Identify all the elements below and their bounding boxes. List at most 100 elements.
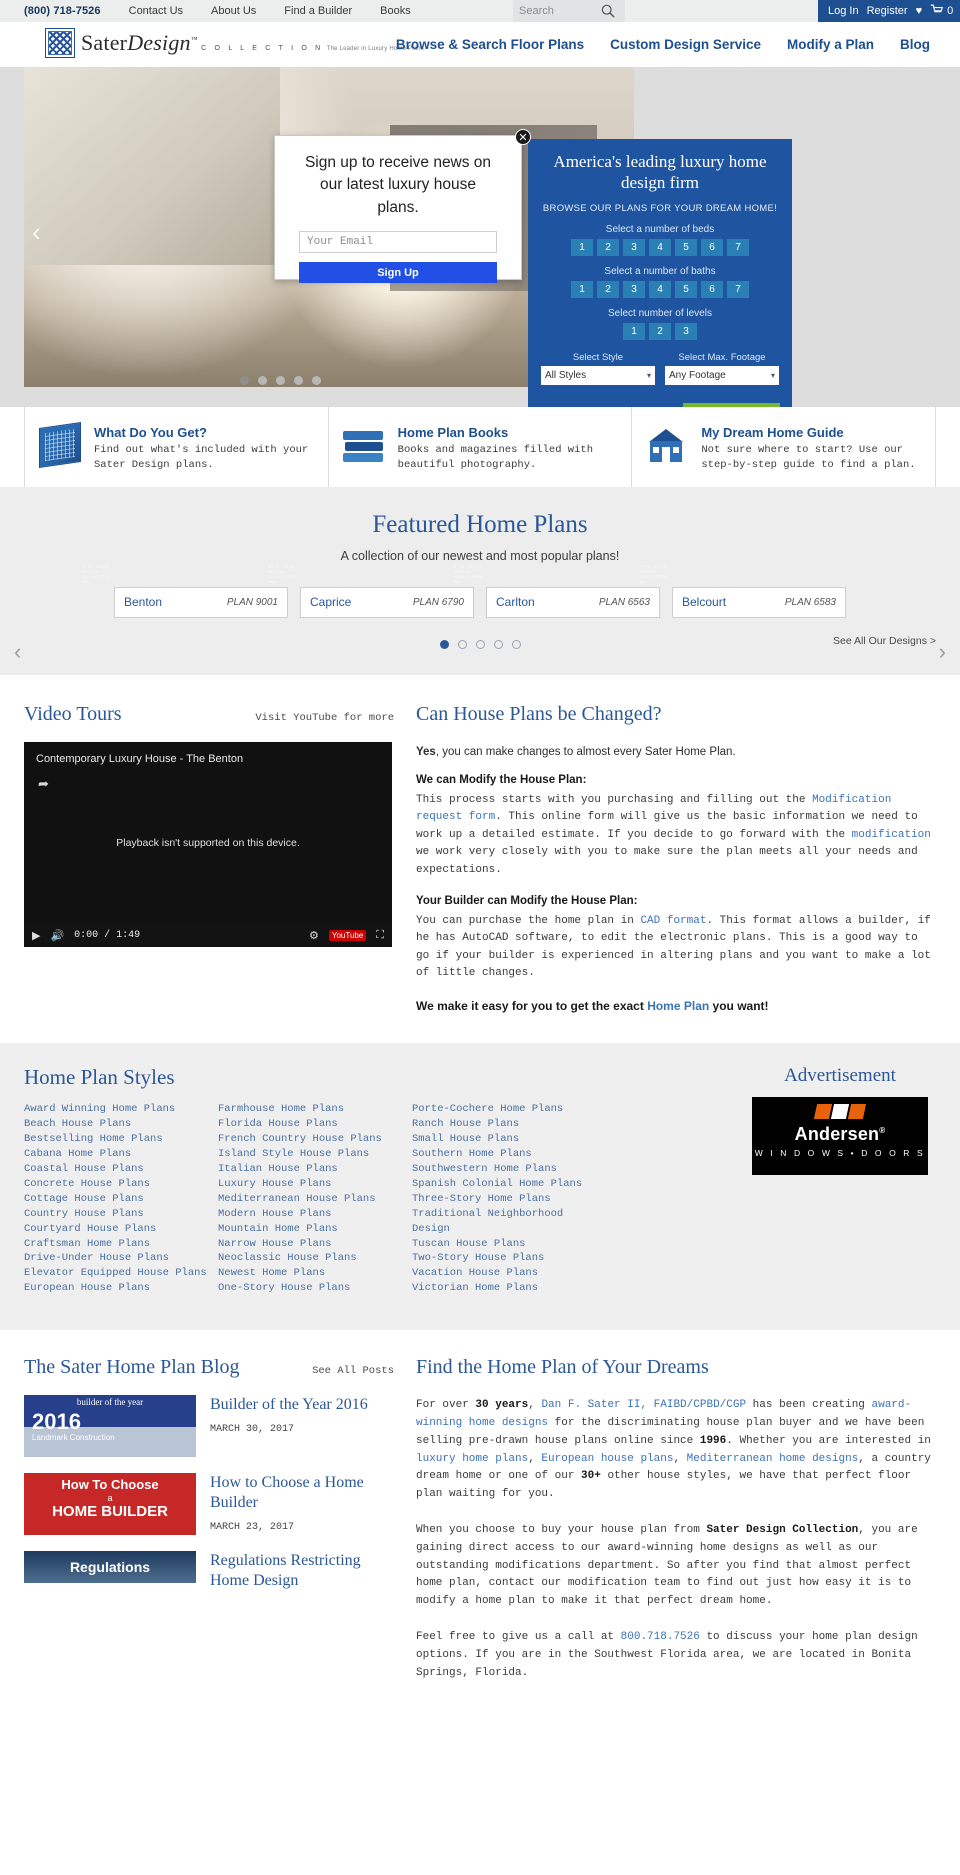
style-link[interactable]: French Country House Plans	[218, 1133, 382, 1145]
style-link[interactable]: Beach House Plans	[24, 1118, 131, 1130]
levels-option-3[interactable]: 3	[675, 322, 697, 340]
carousel-dot[interactable]	[493, 640, 503, 649]
carousel-dot[interactable]	[511, 640, 521, 649]
style-link[interactable]: Mountain Home Plans	[218, 1223, 338, 1235]
nav-about-us[interactable]: About Us	[211, 5, 256, 17]
signup-button[interactable]: Sign Up	[299, 262, 497, 284]
phone-link[interactable]: 800.718.7526	[621, 1631, 700, 1643]
style-link[interactable]: Florida House Plans	[218, 1118, 338, 1130]
style-link[interactable]: Traditional Neighborhood Design	[412, 1208, 563, 1235]
style-link[interactable]: Luxury House Plans	[218, 1178, 331, 1190]
beds-option-3[interactable]: 3	[623, 238, 645, 256]
share-icon[interactable]: ➦	[38, 776, 49, 792]
style-link[interactable]: Bestselling Home Plans	[24, 1133, 163, 1145]
style-link[interactable]: Craftsman Home Plans	[24, 1238, 150, 1250]
levels-option-2[interactable]: 2	[649, 322, 671, 340]
hero-dot[interactable]	[276, 376, 285, 385]
search-icon[interactable]	[601, 4, 615, 18]
style-link[interactable]: Three-Story Home Plans	[412, 1193, 551, 1205]
beds-option-7[interactable]: 7	[727, 238, 749, 256]
style-select[interactable]: All Styles ▾	[541, 365, 655, 385]
nav-blog[interactable]: Blog	[900, 37, 930, 52]
style-link[interactable]: Cabana Home Plans	[24, 1148, 131, 1160]
see-all-posts-link[interactable]: See All Posts	[312, 1365, 394, 1377]
plan-card[interactable]: ©THE SATER DESIGN COLLECTION, INC. Bento…	[82, 564, 288, 618]
style-link[interactable]: Courtyard House Plans	[24, 1223, 156, 1235]
style-link[interactable]: European House Plans	[24, 1282, 150, 1294]
fullscreen-icon[interactable]: ⛶	[376, 929, 384, 942]
style-link[interactable]: Vacation House Plans	[412, 1267, 538, 1279]
hero-dot[interactable]	[258, 376, 267, 385]
blog-post[interactable]: builder of the year 2016 Landmark Constr…	[24, 1395, 394, 1458]
volume-icon[interactable]: 🔊	[50, 929, 64, 942]
see-all-designs-link[interactable]: See All Our Designs >	[833, 635, 936, 647]
plan-card[interactable]: ©THE SATER DESIGN COLLECTION, INC. Capri…	[268, 564, 474, 618]
style-link[interactable]: Cottage House Plans	[24, 1193, 144, 1205]
style-link[interactable]: Southern Home Plans	[412, 1148, 532, 1160]
baths-option-7[interactable]: 7	[727, 280, 749, 298]
cart-button[interactable]: 0	[930, 4, 953, 19]
site-logo[interactable]: SaterDesign™ C O L L E C T I O N The Lea…	[45, 28, 424, 58]
see-results-button[interactable]: SEE RESULTS	[682, 402, 780, 407]
feature-my-dream-home-guide[interactable]: My Dream Home Guide Not sure where to st…	[632, 407, 937, 487]
mediterranean-designs-link[interactable]: Mediterranean home designs	[687, 1453, 859, 1465]
feature-home-plan-books[interactable]: Home Plan Books Books and magazines fill…	[329, 407, 633, 487]
close-icon[interactable]: ✕	[515, 129, 531, 145]
hero-dot[interactable]	[240, 376, 249, 385]
style-link[interactable]: Italian House Plans	[218, 1163, 338, 1175]
style-link[interactable]: Small House Plans	[412, 1133, 519, 1145]
nav-contact-us[interactable]: Contact Us	[129, 5, 183, 17]
style-link[interactable]: Spanish Colonial Home Plans	[412, 1178, 582, 1190]
play-icon[interactable]: ▶	[32, 929, 40, 942]
style-link[interactable]: Modern House Plans	[218, 1208, 331, 1220]
levels-option-1[interactable]: 1	[623, 322, 645, 340]
carousel-dot[interactable]	[475, 640, 485, 649]
style-link[interactable]: Mediterranean House Plans	[218, 1193, 376, 1205]
baths-option-4[interactable]: 4	[649, 280, 671, 298]
baths-option-2[interactable]: 2	[597, 280, 619, 298]
style-link[interactable]: Newest Home Plans	[218, 1267, 325, 1279]
feature-what-do-you-get[interactable]: What Do You Get? Find out what's include…	[24, 407, 329, 487]
style-link[interactable]: One-Story House Plans	[218, 1282, 350, 1294]
youtube-logo-icon[interactable]: YouTube	[328, 929, 367, 941]
hero-dot[interactable]	[294, 376, 303, 385]
baths-option-5[interactable]: 5	[675, 280, 697, 298]
hero-dot[interactable]	[312, 376, 321, 385]
nav-books[interactable]: Books	[380, 5, 411, 17]
european-house-plans-link[interactable]: European house plans	[541, 1453, 673, 1465]
plan-card[interactable]: ©THE SATER DESIGN COLLECTION, INC. Carlt…	[454, 564, 660, 618]
style-link[interactable]: Farmhouse Home Plans	[218, 1103, 344, 1115]
blog-post[interactable]: Regulations Regulations Restricting Home…	[24, 1551, 394, 1591]
carousel-prev-arrow[interactable]: ‹	[14, 639, 21, 665]
carousel-dot[interactable]	[439, 640, 449, 649]
style-link[interactable]: Ranch House Plans	[412, 1118, 519, 1130]
advertisement-banner[interactable]: Andersen® W I N D O W S • D O O R S	[752, 1097, 928, 1176]
style-link[interactable]: Porte-Cochere Home Plans	[412, 1103, 563, 1115]
style-link[interactable]: Two-Story House Plans	[412, 1252, 544, 1264]
beds-option-4[interactable]: 4	[649, 238, 671, 256]
dan-sater-link[interactable]: Dan F. Sater II, FAIBD/CPBD/CGP	[541, 1399, 746, 1411]
login-link[interactable]: Log In	[828, 5, 859, 17]
blog-post[interactable]: How To Choose a HOME BUILDER How to Choo…	[24, 1473, 394, 1536]
style-link[interactable]: Narrow House Plans	[218, 1238, 331, 1250]
luxury-home-plans-link[interactable]: luxury home plans	[416, 1453, 528, 1465]
style-link[interactable]: Award Winning Home Plans	[24, 1103, 175, 1115]
beds-option-2[interactable]: 2	[597, 238, 619, 256]
carousel-dot[interactable]	[457, 640, 467, 649]
style-link[interactable]: Coastal House Plans	[24, 1163, 144, 1175]
beds-option-1[interactable]: 1	[571, 238, 593, 256]
style-link[interactable]: Southwestern Home Plans	[412, 1163, 557, 1175]
nav-browse-search-floor-plans[interactable]: Browse & Search Floor Plans	[396, 37, 584, 52]
footage-select[interactable]: Any Footage ▾	[665, 365, 779, 385]
carousel-next-arrow[interactable]: ›	[939, 639, 946, 665]
register-link[interactable]: Register	[867, 5, 908, 17]
cad-format-link[interactable]: CAD format	[640, 915, 706, 927]
baths-option-3[interactable]: 3	[623, 280, 645, 298]
style-link[interactable]: Country House Plans	[24, 1208, 144, 1220]
baths-option-6[interactable]: 6	[701, 280, 723, 298]
modification-link[interactable]: modification	[852, 829, 931, 841]
style-link[interactable]: Elevator Equipped House Plans	[24, 1267, 207, 1279]
favorites-heart-icon[interactable]: ♥	[916, 5, 923, 17]
nav-custom-design-service[interactable]: Custom Design Service	[610, 37, 761, 52]
hero-prev-arrow[interactable]: ‹	[32, 217, 41, 248]
